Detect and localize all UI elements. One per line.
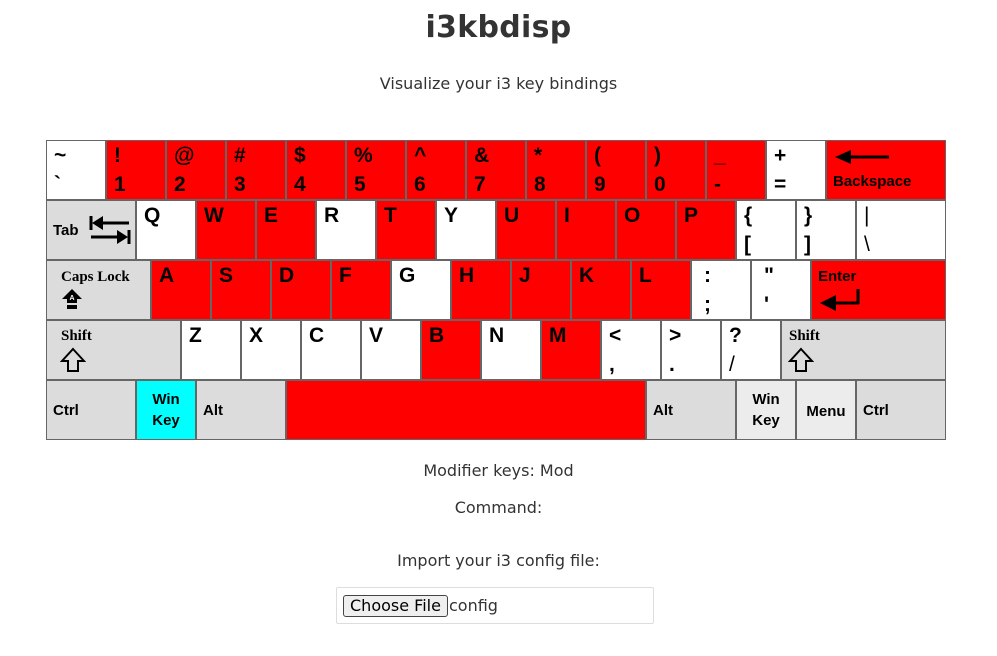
- tab-arrows-icon: [89, 216, 131, 244]
- key-ctrl-right[interactable]: Ctrl: [856, 380, 946, 440]
- selected-file-name: config: [449, 596, 498, 615]
- shift-arrow-icon: [788, 347, 814, 372]
- key-y[interactable]: Y: [436, 200, 496, 260]
- key-z[interactable]: Z: [181, 320, 241, 380]
- page-subtitle: Visualize your i3 key bindings: [379, 74, 618, 93]
- key-h[interactable]: H: [451, 260, 511, 320]
- key-enter[interactable]: Enter: [811, 260, 946, 320]
- key-equals[interactable]: + =: [766, 140, 826, 200]
- key-d[interactable]: D: [271, 260, 331, 320]
- key-semicolon[interactable]: :;: [691, 260, 751, 320]
- key-menu[interactable]: Menu: [796, 380, 856, 440]
- key-q[interactable]: Q: [136, 200, 196, 260]
- key-t[interactable]: T: [376, 200, 436, 260]
- enter-arrow-icon: [820, 289, 860, 311]
- key-o[interactable]: O: [616, 200, 676, 260]
- import-label: Import your i3 config file:: [397, 551, 600, 570]
- key-right-bracket[interactable]: }]: [796, 200, 856, 260]
- key-k[interactable]: K: [571, 260, 631, 320]
- key-ctrl-left[interactable]: Ctrl: [46, 380, 136, 440]
- key-x[interactable]: X: [241, 320, 301, 380]
- command-text: Command:: [454, 498, 543, 517]
- key-slash[interactable]: ? /: [721, 320, 781, 380]
- file-input[interactable]: Choose File config: [336, 587, 654, 624]
- key-caps-lock[interactable]: Caps Lock A: [46, 260, 151, 320]
- key-e[interactable]: E: [256, 200, 316, 260]
- key-p[interactable]: P: [676, 200, 736, 260]
- key-5[interactable]: % 5: [346, 140, 406, 200]
- key-s[interactable]: S: [211, 260, 271, 320]
- key-i[interactable]: I: [556, 200, 616, 260]
- key-u[interactable]: U: [496, 200, 556, 260]
- key-4[interactable]: $4: [286, 140, 346, 200]
- key-left-bracket[interactable]: {[: [736, 200, 796, 260]
- key-shift-right[interactable]: Shift: [781, 320, 946, 380]
- modifier-keys-text: Modifier keys: Mod: [423, 461, 574, 480]
- key-c[interactable]: C: [301, 320, 361, 380]
- key-win-right[interactable]: Win Key: [736, 380, 796, 440]
- key-m[interactable]: M: [541, 320, 601, 380]
- arrow-left-icon: [835, 150, 889, 164]
- choose-file-button[interactable]: Choose File: [343, 595, 448, 617]
- caps-lock-icon: A: [62, 289, 82, 309]
- key-alt-left[interactable]: Alt: [196, 380, 286, 440]
- key-1[interactable]: ! 1: [106, 140, 166, 200]
- key-6[interactable]: ^ 6: [406, 140, 466, 200]
- page-title: i3kbdisp: [425, 10, 572, 45]
- svg-text:A: A: [69, 295, 74, 302]
- key-backslash[interactable]: | \: [856, 200, 946, 260]
- key-period[interactable]: >.: [661, 320, 721, 380]
- key-alt-right[interactable]: Alt: [646, 380, 736, 440]
- key-r[interactable]: R: [316, 200, 376, 260]
- key-win-left[interactable]: Win Key: [136, 380, 196, 440]
- key-w[interactable]: W: [196, 200, 256, 260]
- key-backtick[interactable]: ~ `: [46, 140, 106, 200]
- key-f[interactable]: F: [331, 260, 391, 320]
- key-0[interactable]: ) 0: [646, 140, 706, 200]
- key-backspace[interactable]: Backspace: [826, 140, 946, 200]
- key-b[interactable]: B: [421, 320, 481, 380]
- key-v[interactable]: V: [361, 320, 421, 380]
- key-g[interactable]: G: [391, 260, 451, 320]
- key-3[interactable]: #3: [226, 140, 286, 200]
- key-minus[interactable]: _ -: [706, 140, 766, 200]
- keyboard: ~ ` ! 1 @2 #3 $4 % 5 ^ 6 & 7 * 8 (9 ) 0 _ - + = B…: [46, 140, 946, 440]
- key-tab[interactable]: Tab: [46, 200, 136, 260]
- key-a[interactable]: A: [151, 260, 211, 320]
- key-j[interactable]: J: [511, 260, 571, 320]
- key-n[interactable]: N: [481, 320, 541, 380]
- key-space[interactable]: [286, 380, 646, 440]
- key-9[interactable]: (9: [586, 140, 646, 200]
- key-8[interactable]: * 8: [526, 140, 586, 200]
- key-quote[interactable]: " ': [751, 260, 811, 320]
- key-comma[interactable]: <,: [601, 320, 661, 380]
- key-7[interactable]: & 7: [466, 140, 526, 200]
- key-shift-left[interactable]: Shift: [46, 320, 181, 380]
- shift-arrow-icon: [60, 347, 86, 372]
- key-2[interactable]: @2: [166, 140, 226, 200]
- key-l[interactable]: L: [631, 260, 691, 320]
